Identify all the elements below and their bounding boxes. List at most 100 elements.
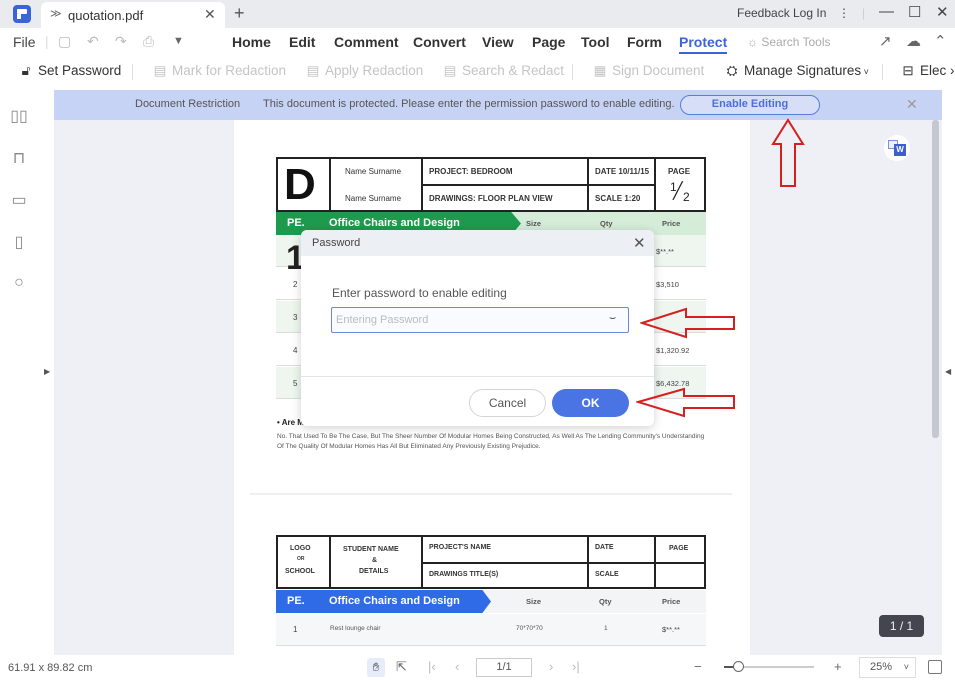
previous-page-icon[interactable]: ‹ bbox=[455, 659, 459, 674]
zoom-level-value: 25% bbox=[870, 661, 893, 673]
save-icon[interactable]: ▢ bbox=[58, 33, 71, 50]
protect-toolbar: 🔓︎ Set Password ▤ Mark for Redaction ▤ Appl… bbox=[0, 56, 955, 88]
password-input[interactable] bbox=[336, 312, 596, 328]
mark-for-redaction-label: Mark for Redaction bbox=[172, 63, 287, 78]
mark-for-redaction-button[interactable]: ▤ Mark for Redaction bbox=[152, 63, 286, 79]
tab-edit[interactable]: Edit bbox=[289, 34, 315, 50]
col-qty: Qty bbox=[599, 597, 612, 606]
cloud-upload-icon[interactable]: ☁ bbox=[906, 32, 921, 50]
left-sidebar: ▯▯ ⊓ ▭ ▯ ○ bbox=[0, 90, 38, 655]
tab-home[interactable]: Home bbox=[232, 34, 271, 50]
maximize-button[interactable]: ☐ bbox=[908, 3, 921, 21]
apply-redaction-button[interactable]: ▤ Apply Redaction bbox=[305, 63, 424, 79]
annotation-arrow-up bbox=[771, 118, 805, 187]
attachment-icon[interactable]: ▯ bbox=[10, 232, 28, 251]
next-page-icon[interactable]: › bbox=[549, 659, 553, 674]
tab-view[interactable]: View bbox=[482, 34, 514, 50]
page-fraction-slash: ╱ bbox=[673, 183, 683, 200]
logo-placeholder: OR bbox=[297, 556, 305, 562]
band-tag: PE. bbox=[287, 595, 305, 607]
band-title: Office Chairs and Design bbox=[329, 217, 460, 229]
document-tab[interactable]: ≫ quotation.pdf ✕ bbox=[41, 2, 225, 28]
collapse-ribbon-icon[interactable]: ⌃ bbox=[934, 32, 947, 50]
search-tools-input[interactable]: ☼ Search Tools bbox=[747, 35, 831, 49]
student-name: DETAILS bbox=[359, 568, 389, 575]
quick-access-dropdown-icon[interactable]: ▼ bbox=[173, 35, 184, 47]
select-tool-icon[interactable]: ⇱ bbox=[396, 659, 407, 675]
logo-placeholder: LOGO bbox=[290, 545, 311, 552]
electronic-signature-button[interactable]: ⊟ Elec › bbox=[900, 63, 954, 79]
print-icon[interactable]: ⎙ bbox=[143, 33, 154, 50]
minimize-button[interactable]: — bbox=[879, 3, 894, 20]
close-tab-icon[interactable]: ✕ bbox=[204, 6, 216, 23]
login-link[interactable]: Log In bbox=[793, 6, 826, 20]
electronic-signature-icon: ⊟ bbox=[902, 63, 914, 78]
banner-close-icon[interactable]: ✕ bbox=[906, 96, 918, 113]
row-qty: 1 bbox=[604, 625, 608, 632]
comment-icon[interactable]: ▭ bbox=[10, 190, 28, 209]
toolbar-divider bbox=[882, 64, 883, 80]
redo-icon[interactable]: ↷ bbox=[115, 33, 127, 50]
dialog-close-icon[interactable]: ✕ bbox=[633, 234, 646, 252]
tab-convert[interactable]: Convert bbox=[413, 34, 466, 50]
page2-category-band: PE. Office Chairs and Design Size Qty Pr… bbox=[276, 590, 706, 613]
band-title: Office Chairs and Design bbox=[329, 595, 460, 607]
zoom-level-select[interactable]: 25% ˅ bbox=[859, 657, 916, 678]
zoom-slider-handle[interactable] bbox=[732, 661, 744, 672]
convert-to-word-button[interactable]: W bbox=[884, 135, 910, 161]
search-icon[interactable]: ○ bbox=[10, 274, 28, 292]
menu-bar: File | ▢ ↶ ↷ ⎙ ▼ Home Edit Comment Conve… bbox=[0, 28, 955, 56]
new-tab-button[interactable]: + bbox=[234, 3, 245, 24]
cancel-button[interactable]: Cancel bbox=[469, 389, 546, 417]
band-tag: PE. bbox=[287, 217, 305, 229]
col-size: Size bbox=[526, 597, 542, 606]
vertical-scrollbar[interactable] bbox=[932, 120, 939, 438]
table-line bbox=[329, 535, 331, 589]
fit-page-icon[interactable] bbox=[928, 660, 942, 674]
tab-form[interactable]: Form bbox=[627, 34, 662, 50]
close-window-button[interactable]: ✕ bbox=[936, 3, 949, 21]
row-price: $**.** bbox=[662, 625, 680, 634]
row-number: 5 bbox=[293, 379, 298, 388]
tab-tool[interactable]: Tool bbox=[581, 34, 610, 50]
last-page-icon[interactable]: ›| bbox=[572, 659, 580, 674]
more-options-icon[interactable]: ⋮ bbox=[838, 6, 850, 20]
row-price: $3,510 bbox=[656, 280, 679, 289]
row-number: 2 bbox=[293, 280, 298, 289]
enable-editing-button[interactable]: Enable Editing bbox=[680, 95, 820, 115]
lightbulb-icon: ☼ bbox=[747, 35, 762, 49]
share-icon[interactable]: ↗ bbox=[879, 32, 892, 50]
annotation-arrow-left bbox=[636, 387, 735, 418]
row-price: $1,320.92 bbox=[656, 346, 690, 355]
bookmark-icon[interactable]: ⊓ bbox=[10, 148, 28, 167]
tab-protect[interactable]: Protect bbox=[679, 34, 728, 54]
set-password-button[interactable]: 🔓︎ Set Password bbox=[18, 63, 122, 79]
thumbnails-icon[interactable]: ▯▯ bbox=[10, 106, 28, 125]
expand-sidebar-icon[interactable]: ▶ bbox=[44, 367, 50, 376]
page-indicator-badge: 1 / 1 bbox=[879, 615, 924, 637]
feedback-link[interactable]: Feedback bbox=[737, 6, 790, 20]
ok-button[interactable]: OK bbox=[552, 389, 629, 417]
zoom-slider[interactable] bbox=[724, 661, 814, 672]
expand-right-panel-icon[interactable]: ◀ bbox=[945, 367, 951, 376]
password-field[interactable]: ⌣ bbox=[331, 307, 629, 333]
zoom-out-icon[interactable]: − bbox=[694, 659, 702, 674]
sign-document-button[interactable]: ▦ Sign Document bbox=[592, 63, 705, 79]
tab-comment[interactable]: Comment bbox=[334, 34, 399, 50]
file-menu[interactable]: File bbox=[13, 34, 36, 50]
page-denominator: 2 bbox=[683, 190, 690, 204]
page-separator bbox=[250, 493, 732, 495]
first-page-icon[interactable]: |‹ bbox=[428, 659, 436, 674]
manage-signatures-label: Manage Signatures bbox=[744, 63, 862, 78]
undo-icon[interactable]: ↶ bbox=[87, 33, 99, 50]
sign-document-label: Sign Document bbox=[612, 63, 705, 78]
manage-signatures-button[interactable]: ⛭ Manage Signatures ˅ bbox=[724, 63, 869, 79]
toolbar-divider bbox=[572, 64, 573, 80]
zoom-in-icon[interactable]: + bbox=[834, 659, 842, 674]
search-redact-button[interactable]: ▤ Search & Redact bbox=[442, 63, 564, 79]
show-password-eye-icon[interactable]: ⌣ bbox=[609, 312, 616, 325]
tab-page[interactable]: Page bbox=[532, 34, 565, 50]
date-cell: DATE bbox=[595, 544, 614, 551]
hand-tool-icon[interactable]: ✋︎ bbox=[367, 658, 385, 677]
page-number-input[interactable]: 1/1 bbox=[476, 658, 532, 677]
